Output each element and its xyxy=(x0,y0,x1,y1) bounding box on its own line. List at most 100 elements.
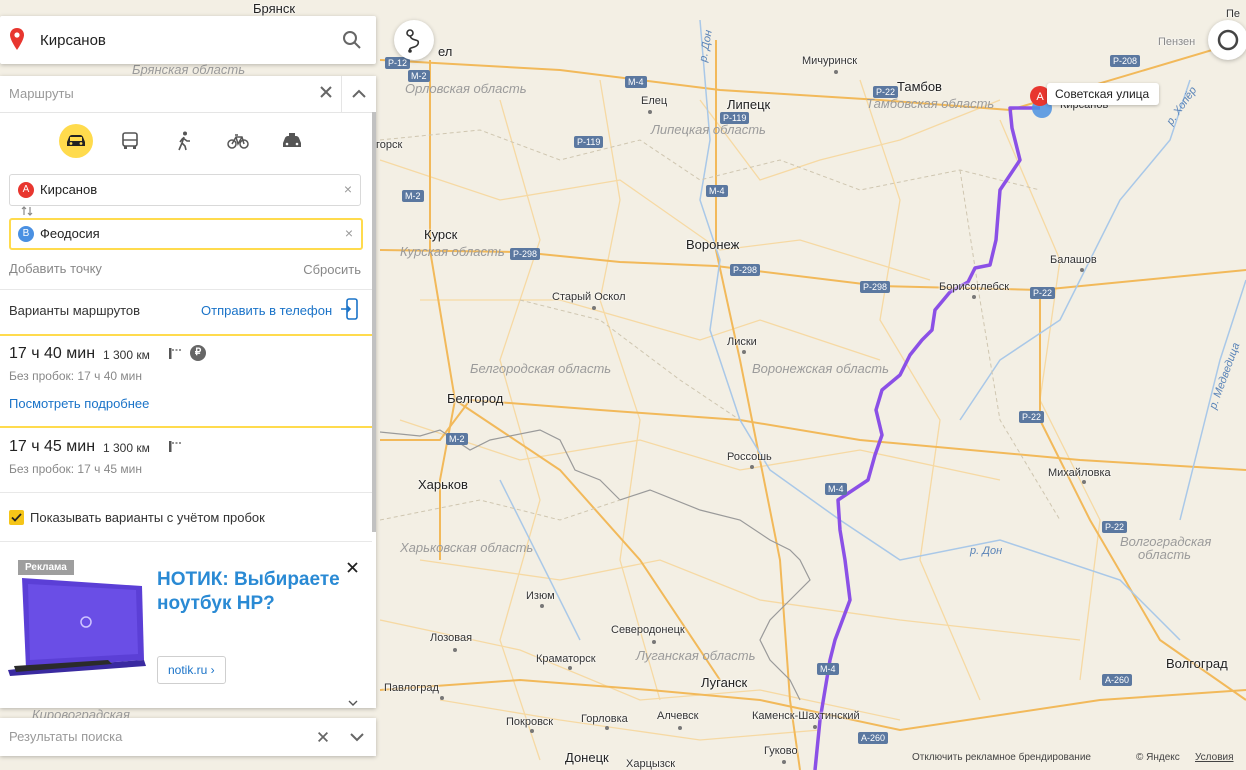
variant-2-time: 17 ч 45 мин xyxy=(9,438,96,455)
city-pokrovsk: Покровск xyxy=(506,716,554,728)
panel-scrollbar[interactable] xyxy=(372,112,376,532)
toll-gate-icon xyxy=(169,441,182,452)
traffic-checkbox-label[interactable]: Показывать варианты с учётом пробок xyxy=(30,510,265,525)
region-orlovskaya: Орловская область xyxy=(405,81,527,96)
road-shield: M-2 xyxy=(402,190,424,202)
city-borisoglebsk: Борисоглебск xyxy=(939,281,1010,293)
road-shield: A-260 xyxy=(858,732,889,744)
route-icon xyxy=(406,29,420,53)
river-don-south: р. Дон xyxy=(970,545,1003,557)
clear-to-icon[interactable]: × xyxy=(345,226,353,240)
mode-transit[interactable] xyxy=(113,124,147,158)
traffic-checkbox[interactable] xyxy=(9,510,24,525)
add-point-link[interactable]: Добавить точку xyxy=(9,261,102,276)
region-lipetskaya: Липецкая область xyxy=(651,122,766,137)
mode-car[interactable] xyxy=(59,124,93,158)
chevron-down-icon[interactable] xyxy=(348,728,366,746)
road-shield: P-208 xyxy=(1110,55,1141,67)
city-lugansk: Луганск xyxy=(701,675,748,690)
route-tool-button[interactable] xyxy=(394,20,434,60)
city-tambov: Тамбов xyxy=(897,79,942,94)
road-shield: P-22 xyxy=(1019,411,1045,423)
circle-icon xyxy=(1217,29,1239,51)
from-field[interactable]: A Кирсанов × xyxy=(9,174,361,206)
pedestrian-icon xyxy=(178,131,190,151)
phone-send-icon[interactable] xyxy=(341,298,359,320)
mode-walk[interactable] xyxy=(167,124,201,158)
results-panel: Результаты поиска xyxy=(0,718,376,756)
mode-taxi[interactable] xyxy=(275,124,309,158)
reset-link[interactable]: Сбросить xyxy=(303,262,361,277)
city-gukovo: Гуково xyxy=(764,745,798,757)
divider xyxy=(0,541,372,542)
view-details-link[interactable]: Посмотреть подробнее xyxy=(9,396,149,411)
road-shield: M-4 xyxy=(625,76,647,88)
ad-title[interactable]: НОТИК: Выбираете ноутбук HP? xyxy=(157,568,352,616)
road-shield: P-119 xyxy=(720,112,750,124)
to-field[interactable]: B Феодосия × xyxy=(9,218,363,250)
city-pavlograd: Павлоград xyxy=(384,682,439,694)
search-icon[interactable] xyxy=(342,30,362,50)
bus-icon xyxy=(122,132,138,149)
city-bryansk: Брянск xyxy=(253,1,296,16)
road-shield: A-260 xyxy=(1102,674,1133,686)
city-izyum: Изюм xyxy=(526,590,555,602)
region-volgogradskaya-line2: область xyxy=(1138,547,1191,562)
ad-link-button[interactable]: notik.ru › xyxy=(157,656,226,684)
road-shield: P-22 xyxy=(1102,521,1128,533)
city-stary-oskol: Старый Оскол xyxy=(552,291,626,303)
variant-selected-bottom-border xyxy=(0,426,372,428)
region-kharkovskaya: Харьковская область xyxy=(400,540,534,555)
search-box: Кирсанов xyxy=(0,16,376,64)
routes-title: Маршруты xyxy=(9,86,74,101)
paid-road-icon: ₽ xyxy=(190,345,206,361)
taxi-icon xyxy=(283,133,301,147)
city-alchevsk: Алчевск xyxy=(657,710,699,722)
car-icon xyxy=(67,135,85,146)
region-bryanskaya: Брянская область xyxy=(132,62,246,77)
mode-bike[interactable] xyxy=(221,124,255,158)
layers-button[interactable] xyxy=(1208,20,1246,60)
laptop-ad-image[interactable] xyxy=(8,576,148,678)
close-icon[interactable] xyxy=(316,730,330,744)
road-shield: M-4 xyxy=(817,663,839,675)
to-input[interactable]: Феодосия xyxy=(40,226,100,241)
routes-panel: Маршруты A Кирсанов × B Феодосия × Добав… xyxy=(0,76,376,708)
svg-text:A: A xyxy=(1036,91,1044,103)
search-input[interactable]: Кирсанов xyxy=(40,32,106,49)
road-shield: M-4 xyxy=(706,185,728,197)
results-title[interactable]: Результаты поиска xyxy=(9,729,122,744)
close-icon[interactable] xyxy=(318,84,334,100)
city-penza: Пензен xyxy=(1158,36,1196,48)
city-lipetsk: Липецк xyxy=(727,97,771,112)
region-belgorodskaya: Белгородская область xyxy=(470,361,612,376)
road-shield: M-4 xyxy=(825,483,847,495)
close-ad-icon[interactable] xyxy=(347,562,358,573)
routes-header: Маршруты xyxy=(0,76,376,113)
collapse-button[interactable] xyxy=(341,76,376,112)
road-shield: M-2 xyxy=(408,70,430,82)
from-input[interactable]: Кирсанов xyxy=(40,182,97,197)
region-luganskaya: Луганская область xyxy=(636,648,756,663)
chevron-down-icon[interactable] xyxy=(348,700,358,708)
point-b-badge: B xyxy=(18,226,34,242)
road-shield: M-2 xyxy=(446,433,468,445)
city-kramatorsk: Краматорск xyxy=(536,653,596,665)
city-elets: Елец xyxy=(641,95,668,107)
clear-from-icon[interactable]: × xyxy=(344,182,352,196)
region-kurskaya: Курская область xyxy=(400,244,505,259)
road-shield: P-22 xyxy=(1030,287,1056,299)
terms-link[interactable]: Условия xyxy=(1195,752,1234,763)
city-lozovaya: Лозовая xyxy=(430,632,473,644)
send-to-phone-link[interactable]: Отправить в телефон xyxy=(201,303,332,318)
city-severodonetsk: Северодонецк xyxy=(611,624,685,636)
swap-icon[interactable] xyxy=(20,206,34,216)
disable-branding-link[interactable]: Отключить рекламное брендирование xyxy=(912,752,1091,763)
region-tambovskaya: Тамбовская область xyxy=(866,96,995,111)
start-pin-label[interactable]: Советская улица xyxy=(1047,83,1160,105)
road-shield: P-298 xyxy=(510,248,541,260)
toll-gate-icon xyxy=(169,348,182,359)
checkmark-icon xyxy=(11,513,22,522)
major-roads xyxy=(379,39,1246,770)
city-kamensk: Каменск-Шахтинский xyxy=(752,710,860,722)
